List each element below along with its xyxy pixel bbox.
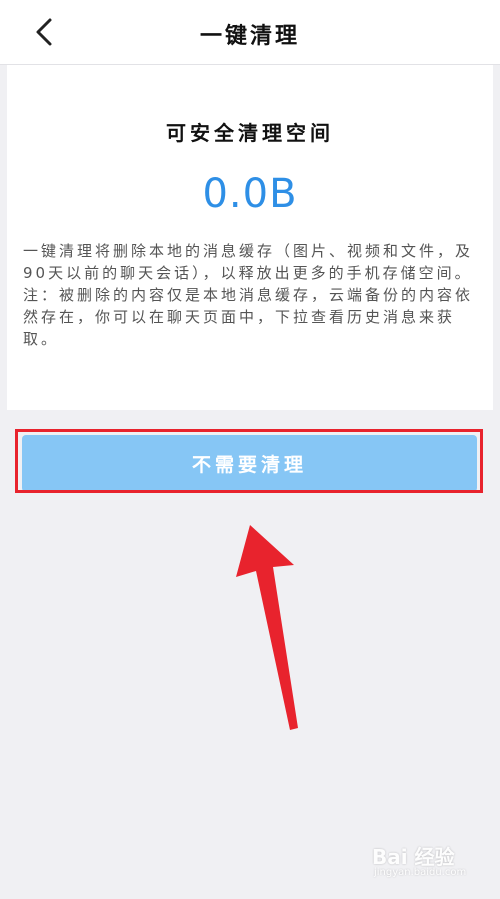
cleanup-summary-card: 可安全清理空间 0.0B 一键清理将删除本地的消息缓存（图片、视频和文件，及90…	[7, 65, 493, 410]
baidu-jingyan-watermark: Bai 经验 jingyan.baidu.com	[370, 837, 480, 885]
cleanable-space-value: 0.0B	[202, 171, 298, 217]
highlight-annotation-box	[15, 429, 483, 493]
watermark-text: Bai 经验	[372, 845, 455, 869]
watermark-url: jingyan.baidu.com	[374, 867, 467, 878]
card-title: 可安全清理空间	[166, 121, 334, 145]
arrow-up-annotation-icon	[236, 525, 298, 730]
page-title: 一键清理	[199, 24, 300, 49]
top-app-bar: 一键清理	[0, 0, 500, 65]
cleanup-description: 一键清理将删除本地的消息缓存（图片、视频和文件，及90天以前的聊天会话），以释放…	[23, 242, 474, 348]
